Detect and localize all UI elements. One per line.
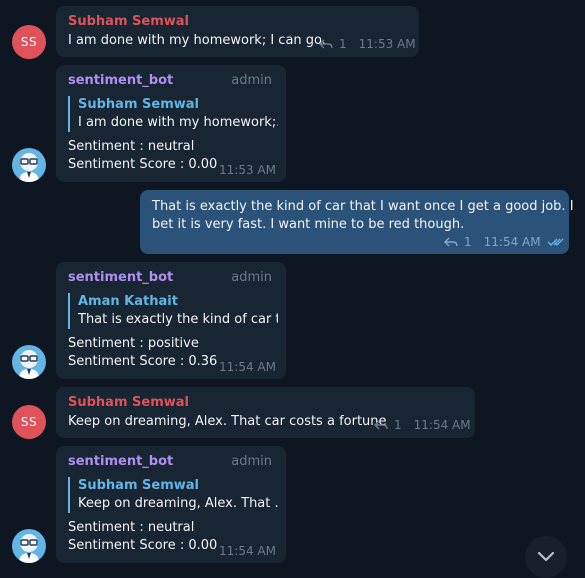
message-bubble[interactable]: sentiment_bot admin Subham Semwal I am d…	[56, 65, 286, 182]
sender-name[interactable]: sentiment_bot	[68, 270, 173, 285]
scroll-to-bottom-button[interactable]	[525, 536, 567, 578]
reply-author: Subham Semwal	[78, 97, 199, 112]
sentiment-score: Sentiment Score : 0.00	[68, 157, 218, 172]
avatar-subham[interactable]: SS	[12, 25, 46, 59]
chevron-down-icon	[537, 551, 555, 562]
sender-name[interactable]: Subham Semwal	[68, 14, 189, 29]
reply-count[interactable]: 1	[394, 418, 402, 432]
message-meta: 11:53 AM	[219, 163, 276, 177]
admin-badge: admin	[231, 454, 272, 469]
message-text: Keep on dreaming, Alex. That car costs a…	[68, 414, 387, 429]
admin-badge: admin	[231, 270, 272, 285]
reply-quote[interactable]: Subham Semwal I am done with my homework…	[68, 96, 278, 132]
sentiment-score: Sentiment Score : 0.00	[68, 538, 218, 553]
reply-count[interactable]: 1	[464, 235, 472, 249]
message-meta: 1 11:54 AM	[444, 235, 565, 249]
reply-arrow-icon	[319, 39, 333, 49]
sender-name[interactable]: Subham Semwal	[68, 395, 189, 410]
reply-author: Aman Kathait	[78, 294, 178, 309]
avatar-subham[interactable]: SS	[12, 405, 46, 439]
message-bubble[interactable]: sentiment_bot admin Aman Kathait That is…	[56, 262, 286, 379]
message-time: 11:54 AM	[219, 360, 276, 374]
reply-arrow-icon	[444, 237, 458, 247]
message-time: 11:54 AM	[413, 418, 471, 432]
message-meta: 11:54 AM	[219, 360, 276, 374]
reply-count[interactable]: 1	[339, 37, 347, 51]
bot-avatar-icon	[19, 153, 39, 182]
message-meta: 1 11:53 AM	[319, 37, 416, 51]
sentiment-label: Sentiment : neutral	[68, 139, 195, 154]
message-bubble[interactable]: Subham Semwal Keep on dreaming, Alex. Th…	[56, 387, 475, 438]
message-text-line: That is exactly the kind of car that I w…	[152, 199, 574, 214]
message-meta: 1 11:54 AM	[374, 418, 471, 432]
reply-author: Subham Semwal	[78, 478, 199, 493]
message-time: 11:53 AM	[358, 37, 416, 51]
reply-arrow-icon	[374, 420, 388, 430]
sentiment-label: Sentiment : positive	[68, 336, 199, 351]
admin-badge: admin	[231, 73, 272, 88]
message-text: I am done with my homework; I can go.	[68, 33, 326, 48]
outgoing-message-bubble[interactable]: That is exactly the kind of car that I w…	[140, 190, 574, 254]
avatar-sentiment-bot[interactable]	[12, 148, 46, 182]
reply-quote[interactable]: Aman Kathait That is exactly the kind of…	[68, 293, 278, 329]
sender-name[interactable]: sentiment_bot	[68, 73, 173, 88]
reply-text: That is exactly the kind of car t...	[78, 312, 278, 327]
message-meta: 11:54 AM	[219, 544, 276, 558]
bot-avatar-icon	[19, 534, 39, 563]
reply-text: Keep on dreaming, Alex. That ...	[78, 496, 278, 511]
avatar-sentiment-bot[interactable]	[12, 345, 46, 379]
double-check-icon	[547, 237, 565, 247]
reply-text: I am done with my homework;...	[78, 115, 278, 130]
sentiment-label: Sentiment : neutral	[68, 520, 195, 535]
sender-name[interactable]: sentiment_bot	[68, 454, 173, 469]
message-bubble[interactable]: sentiment_bot admin Subham Semwal Keep o…	[56, 446, 286, 563]
message-time: 11:53 AM	[219, 163, 276, 177]
message-text-line: bet it is very fast. I want mine to be r…	[152, 217, 465, 232]
message-time: 11:54 AM	[219, 544, 276, 558]
avatar-sentiment-bot[interactable]	[12, 529, 46, 563]
message-time: 11:54 AM	[483, 235, 541, 249]
reply-quote[interactable]: Subham Semwal Keep on dreaming, Alex. Th…	[68, 477, 278, 513]
sentiment-score: Sentiment Score : 0.36	[68, 354, 218, 369]
bot-avatar-icon	[19, 350, 39, 379]
message-bubble[interactable]: Subham Semwal I am done with my homework…	[56, 6, 419, 57]
